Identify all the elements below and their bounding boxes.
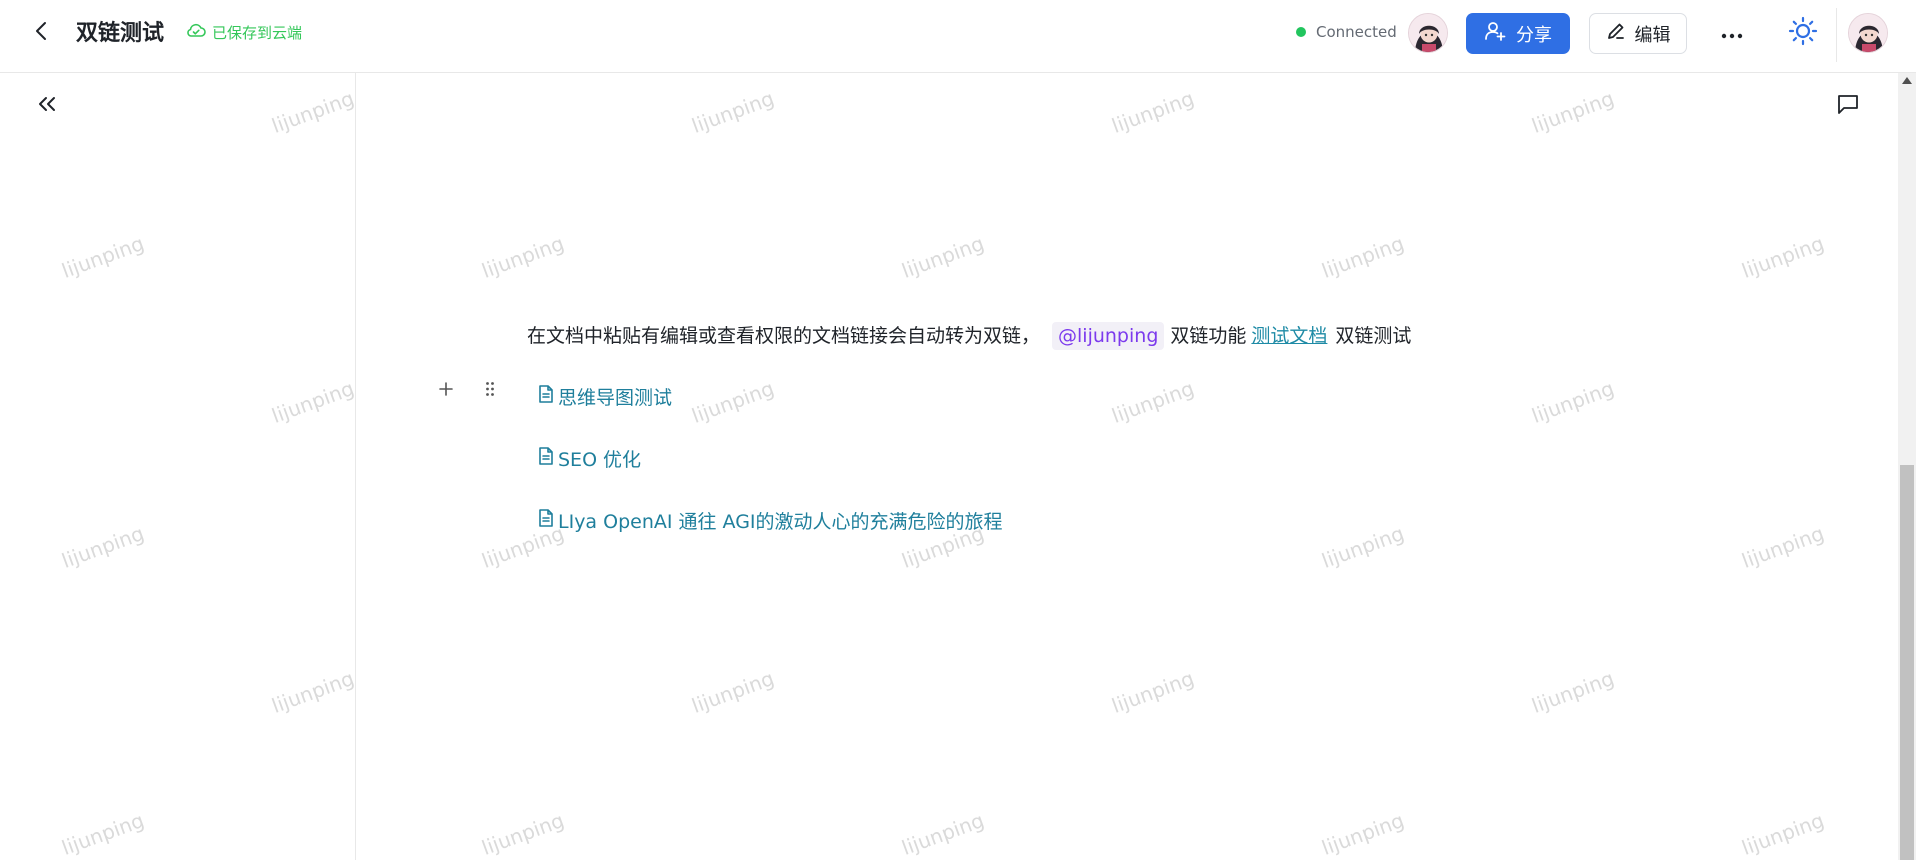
sidebar xyxy=(0,73,356,860)
more-options-button[interactable] xyxy=(1716,18,1748,50)
document-title: 双链测试 xyxy=(76,21,165,46)
pencil-icon xyxy=(1606,21,1626,46)
inline-doc-link[interactable]: 测试文档 xyxy=(1251,325,1327,347)
connection-status-text: Connected xyxy=(1316,23,1397,41)
comments-button[interactable] xyxy=(1833,91,1863,121)
paragraph[interactable]: 在文档中粘贴有编辑或查看权限的文档链接会自动转为双链， @lijunping 双链功… xyxy=(527,319,1411,353)
top-header: 双链测试 已保存到云端 Connected 分享 编辑 xyxy=(0,0,1916,73)
scroll-up-arrow-icon[interactable] xyxy=(1902,77,1912,84)
scrollbar-thumb[interactable] xyxy=(1900,465,1914,860)
chevrons-left-icon xyxy=(36,95,58,117)
paragraph-text: 在文档中粘贴有编辑或查看权限的文档链接会自动转为双链， xyxy=(527,325,1041,347)
main-content: 在文档中粘贴有编辑或查看权限的文档链接会自动转为双链， @lijunping 双链功… xyxy=(357,73,1898,860)
more-horizontal-icon xyxy=(1720,25,1744,44)
chevron-left-icon xyxy=(34,20,50,46)
share-button[interactable]: 分享 xyxy=(1466,13,1570,54)
file-text-icon xyxy=(537,508,555,536)
doc-link-label: SEO 优化 xyxy=(558,449,642,471)
header-divider xyxy=(1836,8,1837,62)
add-block-button[interactable] xyxy=(435,377,457,405)
edit-button[interactable]: 编辑 xyxy=(1589,13,1687,54)
back-button[interactable] xyxy=(28,19,56,47)
doc-link-seo[interactable]: SEO 优化 xyxy=(537,446,641,474)
block-handle xyxy=(435,377,501,405)
connection-status: Connected xyxy=(1296,21,1397,43)
collapse-sidebar-button[interactable] xyxy=(32,91,62,121)
save-status: 已保存到云端 xyxy=(186,22,302,44)
sun-icon xyxy=(1788,16,1818,50)
drag-handle-icon xyxy=(485,381,495,401)
doc-link-label: 思维导图测试 xyxy=(558,387,673,409)
doc-link-label: LIya OpenAI 通往 AGI的激动人心的充满危险的旅程 xyxy=(558,511,1003,533)
user-plus-icon xyxy=(1484,20,1506,47)
message-square-icon xyxy=(1836,93,1860,119)
vertical-scrollbar[interactable] xyxy=(1898,73,1916,860)
file-text-icon xyxy=(537,384,555,412)
theme-toggle-button[interactable] xyxy=(1786,16,1820,50)
drag-block-button[interactable] xyxy=(479,377,501,405)
edit-label: 编辑 xyxy=(1634,24,1671,46)
file-text-icon xyxy=(537,446,555,474)
save-status-text: 已保存到云端 xyxy=(212,24,303,42)
plus-icon xyxy=(438,381,454,401)
doc-link-openai[interactable]: LIya OpenAI 通往 AGI的激动人心的充满危险的旅程 xyxy=(537,508,1003,536)
user-avatar[interactable] xyxy=(1848,13,1888,53)
user-mention[interactable]: @lijunping xyxy=(1052,322,1165,350)
cloud-check-icon xyxy=(186,22,206,44)
doc-link-mindmap[interactable]: 思维导图测试 xyxy=(537,384,672,412)
share-label: 分享 xyxy=(1516,24,1552,46)
paragraph-text-end: 双链测试 xyxy=(1335,325,1412,347)
connected-dot-icon xyxy=(1296,27,1306,37)
collaborator-avatar[interactable] xyxy=(1408,13,1448,53)
paragraph-text-middle: 双链功能 xyxy=(1170,325,1247,347)
